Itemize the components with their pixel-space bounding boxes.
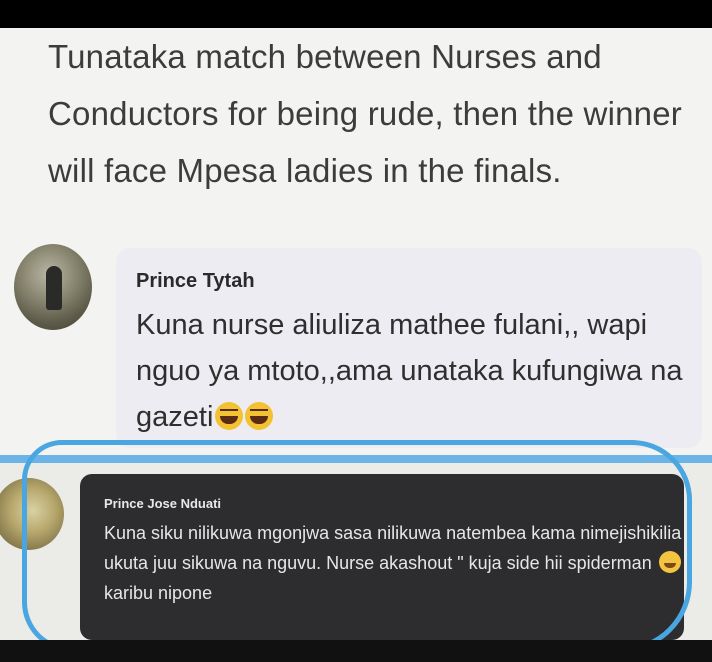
top-black-bar	[0, 0, 712, 28]
comment-author[interactable]: Prince Tytah	[136, 270, 255, 293]
comment-text: Kuna nurse aliuliza mathee fulani,, wapi…	[136, 302, 696, 440]
avatar[interactable]	[14, 244, 92, 330]
comment-text-part1: Kuna siku nilikuwa mgonjwa sasa nilikuwa…	[104, 523, 682, 573]
laughing-emoji-icon	[245, 402, 274, 430]
laughing-emoji-icon	[215, 402, 244, 430]
post-text: Tunataka match between Nurses and Conduc…	[48, 38, 682, 189]
comment-text: Kuna siku nilikuwa mgonjwa sasa nilikuwa…	[104, 518, 688, 608]
comment-text-part2: karibu nipone	[104, 583, 213, 603]
divider	[0, 455, 712, 463]
grinning-emoji-icon	[658, 551, 681, 573]
bottom-black-bar	[0, 640, 712, 662]
comment-author[interactable]: Prince Jose Nduati	[104, 496, 221, 511]
avatar-figure	[46, 266, 62, 310]
